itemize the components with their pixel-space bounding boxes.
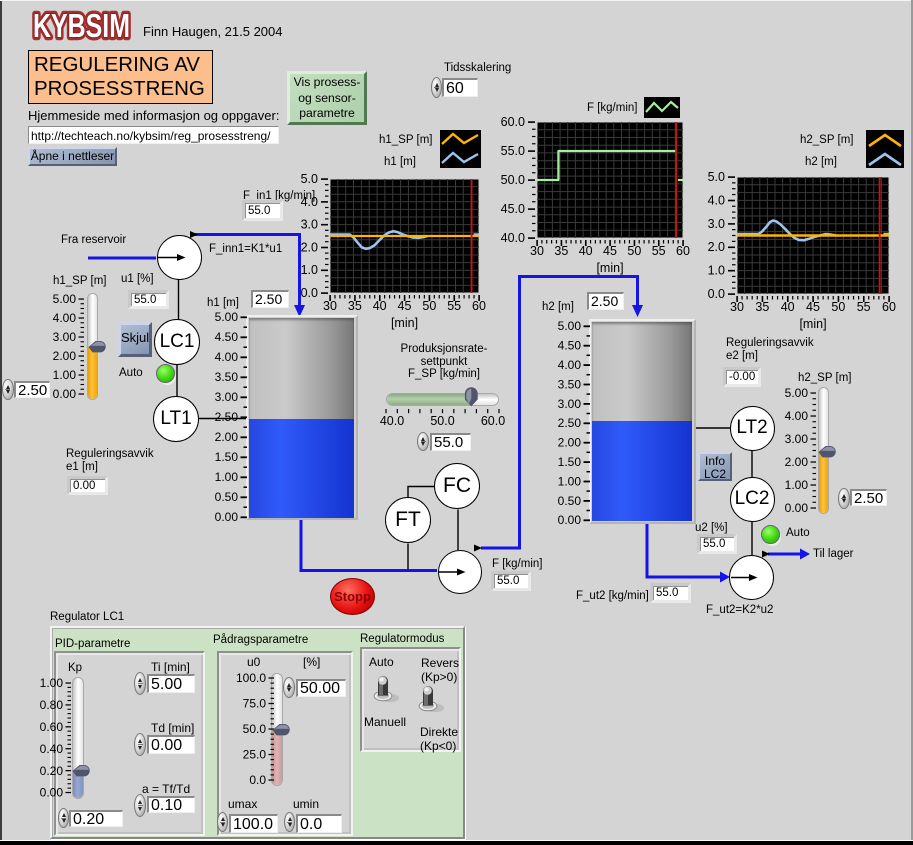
svg-text:5.00: 5.00 <box>785 386 809 400</box>
svg-text:0.00: 0.00 <box>558 513 582 527</box>
svg-text:0.50: 0.50 <box>215 490 239 504</box>
svg-text:3.00: 3.00 <box>53 330 77 344</box>
svg-text:50.0: 50.0 <box>430 414 454 428</box>
svg-text:0.40: 0.40 <box>40 742 64 756</box>
svg-text:0.00: 0.00 <box>40 786 64 800</box>
svg-text:4.00: 4.00 <box>785 409 809 423</box>
svg-text:75.0: 75.0 <box>243 697 267 711</box>
svg-text:3.50: 3.50 <box>558 377 582 391</box>
svg-text:2.00: 2.00 <box>785 455 809 469</box>
svg-text:4.00: 4.00 <box>53 311 77 325</box>
svg-text:1.00: 1.00 <box>53 368 77 382</box>
svg-text:0.00: 0.00 <box>53 387 77 401</box>
svg-text:40.0: 40.0 <box>380 414 404 428</box>
svg-text:4.00: 4.00 <box>558 358 582 372</box>
svg-text:5.00: 5.00 <box>558 319 582 333</box>
svg-text:60.0: 60.0 <box>481 414 505 428</box>
svg-text:1.00: 1.00 <box>785 478 809 492</box>
svg-text:4.50: 4.50 <box>215 330 239 344</box>
svg-text:0.60: 0.60 <box>40 720 64 734</box>
svg-text:50.0: 50.0 <box>243 722 267 736</box>
svg-text:3.00: 3.00 <box>558 397 582 411</box>
svg-text:0.00: 0.00 <box>215 510 239 524</box>
svg-text:1.00: 1.00 <box>40 676 64 690</box>
svg-text:2.00: 2.00 <box>215 430 239 444</box>
svg-text:2.50: 2.50 <box>215 410 239 424</box>
svg-text:4.00: 4.00 <box>215 350 239 364</box>
svg-text:0.50: 0.50 <box>558 494 582 508</box>
svg-text:25.0: 25.0 <box>243 748 267 762</box>
svg-text:1.50: 1.50 <box>558 455 582 469</box>
svg-text:5.00: 5.00 <box>53 292 77 306</box>
svg-text:0.00: 0.00 <box>785 501 809 515</box>
svg-text:0.80: 0.80 <box>40 698 64 712</box>
svg-text:3.00: 3.00 <box>215 390 239 404</box>
svg-text:1.00: 1.00 <box>215 470 239 484</box>
svg-text:1.00: 1.00 <box>558 474 582 488</box>
svg-text:5.00: 5.00 <box>215 310 239 324</box>
svg-text:3.50: 3.50 <box>215 370 239 384</box>
svg-text:2.00: 2.00 <box>558 436 582 450</box>
svg-text:1.50: 1.50 <box>215 450 239 464</box>
svg-text:0.20: 0.20 <box>40 764 64 778</box>
svg-text:2.50: 2.50 <box>558 416 582 430</box>
svg-text:100.0: 100.0 <box>236 671 266 685</box>
svg-text:3.00: 3.00 <box>785 432 809 446</box>
svg-text:0.0: 0.0 <box>249 773 266 787</box>
svg-text:2.00: 2.00 <box>53 349 77 363</box>
svg-text:4.50: 4.50 <box>558 339 582 353</box>
